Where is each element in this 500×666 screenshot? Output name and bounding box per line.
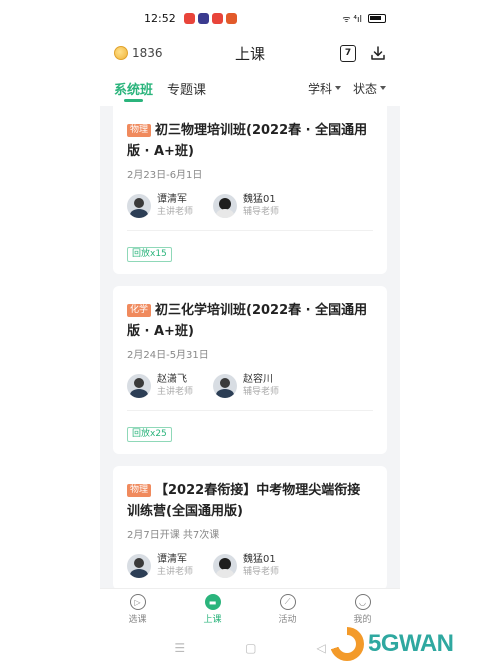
smile-icon: ◡	[354, 594, 371, 610]
nav-activity[interactable]: ⟋ 活动	[250, 589, 325, 630]
teacher-role: 主讲老师	[157, 567, 194, 577]
teacher-list: 赵潇飞 主讲老师 赵容川 辅导老师	[127, 373, 373, 398]
play-circle-icon: ▷	[129, 594, 146, 610]
teacher-list: 谭清军 主讲老师 魏猛01 辅导老师	[127, 553, 373, 578]
teacher-name: 谭清军	[157, 554, 187, 565]
avatar	[213, 553, 237, 578]
status-time: 12:52	[144, 11, 176, 25]
nav-label: 上课	[203, 615, 222, 625]
tab-topic-class[interactable]: 专题课	[167, 70, 206, 106]
course-date: 2月24日-5月31日	[127, 350, 209, 361]
class-icon: ▬	[204, 594, 221, 610]
subject-badge: 物理	[127, 124, 152, 137]
teacher-item: 赵潇飞 主讲老师	[127, 373, 213, 398]
nav-attend-class[interactable]: ▬ 上课	[175, 589, 250, 630]
notification-icon	[211, 12, 223, 24]
back-icon[interactable]: ◁	[316, 641, 325, 655]
subject-filter-label: 学科	[307, 81, 332, 96]
tab-system-class[interactable]: 系统班	[114, 70, 153, 106]
chevron-down-icon	[334, 86, 341, 90]
nav-label: 选课	[128, 615, 147, 625]
home-icon[interactable]: ▢	[245, 641, 256, 655]
teacher-role: 主讲老师	[157, 387, 194, 397]
notification-icon	[183, 12, 195, 24]
compass-icon: ⟋	[279, 594, 296, 610]
notification-icon	[197, 12, 209, 24]
nav-select-course[interactable]: ▷ 选课	[100, 589, 175, 630]
notification-icon	[225, 12, 237, 24]
teacher-item: 魏猛01 辅导老师	[213, 193, 299, 218]
course-title-row: 物理 初三物理培训班(2022春 · 全国通用版 · A+班)	[127, 120, 373, 162]
course-card[interactable]: 物理 【2022春衔接】中考物理尖端衔接训练营(全国通用版) 2月7日开课 共7次…	[113, 466, 387, 588]
avatar	[127, 193, 151, 218]
teacher-role: 辅导老师	[243, 387, 280, 397]
status-bar: 12:52 ᯤ ⁴ıl	[100, 0, 400, 36]
watermark: 5GWAN	[330, 622, 500, 666]
replay-badge[interactable]: 回放x25	[127, 427, 172, 442]
chevron-down-icon	[380, 86, 386, 90]
avatar	[127, 373, 151, 398]
course-title: 初三物理培训班(2022春 · 全国通用版 · A+班)	[127, 123, 368, 159]
tab-bar: 系统班 专题课 学科 状态	[100, 70, 400, 106]
teacher-name: 赵潇飞	[157, 374, 187, 385]
course-date: 2月7日开课 共7次课	[127, 530, 220, 541]
course-card[interactable]: 化学 初三化学培训班(2022春 · 全国通用版 · A+班) 2月24日-5月3…	[113, 286, 387, 454]
coin-icon	[114, 46, 128, 60]
avatar	[127, 553, 151, 578]
notification-icons	[183, 12, 237, 24]
teacher-role: 辅导老师	[243, 207, 280, 217]
teacher-name: 魏猛01	[243, 554, 276, 565]
course-title-row: 化学 初三化学培训班(2022春 · 全国通用版 · A+班)	[127, 300, 373, 342]
phone-screen: 12:52 ᯤ ⁴ıl 1836 上课 7 系统班 专题课 学科 状态 物理 初…	[100, 0, 400, 666]
calendar-icon[interactable]: 7	[340, 44, 356, 62]
coin-count[interactable]: 1836	[132, 46, 163, 60]
menu-icon[interactable]: ☰	[174, 641, 185, 655]
app-header: 1836 上课 7	[100, 36, 400, 70]
divider	[127, 410, 373, 411]
teacher-name: 谭清军	[157, 194, 187, 205]
course-title: 【2022春衔接】中考物理尖端衔接训练营(全国通用版)	[127, 483, 361, 519]
watermark-text: 5GWAN	[368, 630, 454, 657]
teacher-item: 赵容川 辅导老师	[213, 373, 299, 398]
course-list[interactable]: 物理 初三物理培训班(2022春 · 全国通用版 · A+班) 2月23日-6月1…	[100, 106, 400, 588]
battery-icon	[368, 13, 386, 23]
teacher-role: 辅导老师	[243, 567, 280, 577]
avatar	[213, 373, 237, 398]
status-indicators: ᯤ ⁴ıl	[342, 12, 386, 25]
course-title: 初三化学培训班(2022春 · 全国通用版 · A+班)	[127, 303, 368, 339]
teacher-item: 谭清军 主讲老师	[127, 553, 213, 578]
subject-filter[interactable]: 学科	[308, 80, 341, 97]
download-icon[interactable]	[370, 45, 386, 61]
status-filter-label: 状态	[352, 81, 377, 96]
subject-badge: 物理	[127, 484, 152, 497]
teacher-name: 魏猛01	[243, 194, 276, 205]
teacher-item: 谭清军 主讲老师	[127, 193, 213, 218]
signal-icon: ᯤ ⁴ıl	[342, 14, 362, 25]
watermark-logo-icon	[330, 627, 364, 661]
teacher-role: 主讲老师	[157, 207, 194, 217]
divider	[127, 230, 373, 231]
course-title-row: 物理 【2022春衔接】中考物理尖端衔接训练营(全国通用版)	[127, 480, 373, 522]
status-filter[interactable]: 状态	[353, 80, 386, 97]
course-card[interactable]: 物理 初三物理培训班(2022春 · 全国通用版 · A+班) 2月23日-6月1…	[113, 106, 387, 274]
teacher-name: 赵容川	[243, 374, 273, 385]
replay-badge[interactable]: 回放x15	[127, 247, 172, 262]
teacher-list: 谭清军 主讲老师 魏猛01 辅导老师	[127, 193, 373, 218]
course-date: 2月23日-6月1日	[127, 170, 203, 181]
subject-badge: 化学	[127, 304, 152, 317]
nav-label: 活动	[278, 615, 297, 625]
avatar	[213, 193, 237, 218]
teacher-item: 魏猛01 辅导老师	[213, 553, 299, 578]
